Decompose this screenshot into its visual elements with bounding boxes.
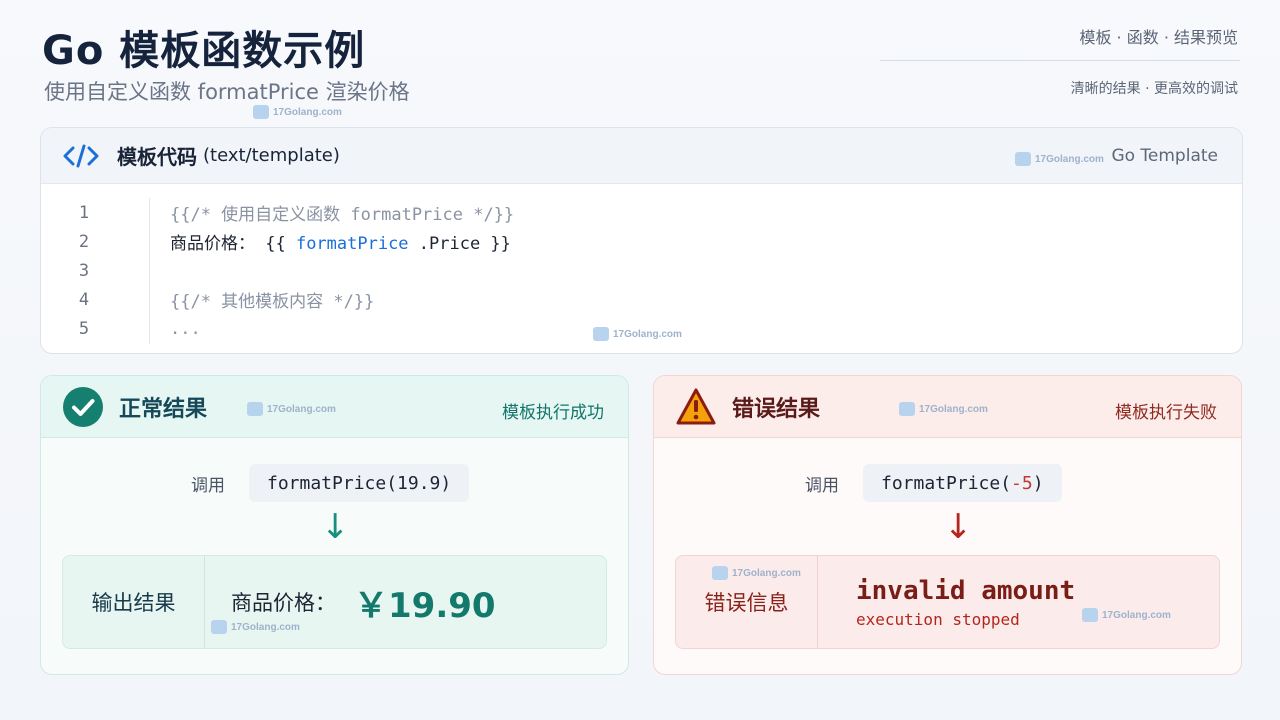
code-line: 3 <box>41 256 1242 285</box>
success-result-card: 正常结果 17Golang.com 模板执行成功 调用 formatPrice(… <box>40 375 629 675</box>
down-arrow-icon: ↓ <box>321 507 350 547</box>
header-divider <box>880 60 1240 61</box>
success-status-text: 模板执行成功 <box>502 403 604 423</box>
watermark: 17Golang.com <box>1082 608 1171 622</box>
code-card-title-sub: (text/template) <box>203 145 340 166</box>
watermark: 17Golang.com <box>899 402 988 416</box>
code-text: 商品价格： {{ formatPrice .Price }} <box>170 229 511 254</box>
line-number: 5 <box>78 318 90 339</box>
watermark-logo-icon <box>211 620 227 634</box>
success-card-title: 正常结果 <box>119 396 208 422</box>
line-number-gutter <box>149 198 150 344</box>
watermark: 17Golang.com <box>253 105 342 119</box>
code-card-header: 模板代码 (text/template) 17Golang.com Go Tem… <box>41 128 1242 184</box>
success-card-header: 正常结果 17Golang.com 模板执行成功 <box>41 376 628 438</box>
code-comment-token: ... <box>170 318 201 339</box>
error-card-header: 错误结果 17Golang.com 模板执行失败 <box>654 376 1241 438</box>
warning-triangle-icon <box>676 388 716 424</box>
code-line: 4 {{/* 其他模板内容 */}} <box>41 285 1242 314</box>
error-content: invalid amount execution stopped <box>818 576 1075 629</box>
watermark: 17Golang.com <box>211 620 300 634</box>
negative-argument: -5 <box>1011 472 1033 494</box>
watermark: 17Golang.com <box>247 402 336 416</box>
line-number: 4 <box>78 289 90 310</box>
code-function-token: formatPrice <box>295 234 409 254</box>
output-prefix: 商品价格： <box>231 591 336 615</box>
error-card-title: 错误结果 <box>732 396 821 422</box>
code-token: 商品价格： {{ <box>170 234 296 254</box>
watermark: 17Golang.com <box>1015 152 1104 166</box>
watermark-logo-icon <box>1082 608 1098 622</box>
watermark-logo-icon <box>1015 152 1031 166</box>
watermark-logo-icon <box>899 402 915 416</box>
watermark: 17Golang.com <box>593 327 682 341</box>
error-call-row: 调用 formatPrice(-5) <box>805 464 1062 502</box>
code-card-title: 模板代码 <box>117 145 197 169</box>
success-call-row: 调用 formatPrice(19.9) <box>191 464 470 502</box>
watermark: 17Golang.com <box>712 566 801 580</box>
code-line: 1 {{/* 使用自定义函数 formatPrice */}} <box>41 198 1242 227</box>
line-number: 2 <box>78 231 90 252</box>
code-editor: 1 {{/* 使用自定义函数 formatPrice */}} 2 商品价格： {{ … <box>41 184 1242 344</box>
top-right-slogan: 清晰的结果 · 更高效的调试 <box>1070 81 1238 97</box>
output-label: 输出结果 <box>63 556 205 648</box>
watermark-logo-icon <box>247 402 263 416</box>
call-label: 调用 <box>805 475 839 496</box>
line-number: 3 <box>78 260 90 281</box>
code-brackets-icon <box>63 144 99 167</box>
page-title: Go 模板函数示例 <box>42 28 366 74</box>
code-comment-token: {{/* 其他模板内容 */}} <box>170 292 375 312</box>
error-message: invalid amount <box>856 575 1076 606</box>
top-right-tags: 模板 · 函数 · 结果预览 <box>1079 28 1238 47</box>
error-status-text: 模板执行失败 <box>1115 403 1217 423</box>
code-text: ... <box>170 319 201 339</box>
line-number: 1 <box>78 202 90 223</box>
check-circle-icon <box>63 386 103 427</box>
success-output-box: 输出结果 商品价格： ￥19.90 17Golang.com <box>62 555 607 649</box>
code-text: {{/* 使用自定义函数 formatPrice */}} <box>170 200 514 225</box>
call-code: formatPrice(-5) <box>863 464 1062 502</box>
call-code: formatPrice(19.9) <box>249 464 470 502</box>
output-value: ￥19.90 <box>354 585 496 626</box>
watermark-logo-icon <box>593 327 609 341</box>
code-card: 模板代码 (text/template) 17Golang.com Go Tem… <box>40 127 1243 354</box>
down-arrow-icon: ↓ <box>944 507 973 547</box>
code-comment-token: {{/* 使用自定义函数 formatPrice */}} <box>170 205 515 225</box>
watermark-logo-icon <box>253 105 269 119</box>
code-token: .Price }} <box>408 234 511 254</box>
call-label: 调用 <box>191 475 225 496</box>
error-output-box: 错误信息 invalid amount execution stopped 17… <box>675 555 1220 649</box>
error-result-card: 错误结果 17Golang.com 模板执行失败 调用 formatPrice(… <box>653 375 1242 675</box>
error-detail: execution stopped <box>856 609 1020 629</box>
page-subtitle: 使用自定义函数 formatPrice 渲染价格 <box>44 80 410 104</box>
code-text: {{/* 其他模板内容 */}} <box>170 287 374 312</box>
code-line: 2 商品价格： {{ formatPrice .Price }} <box>41 227 1242 256</box>
watermark-logo-icon <box>712 566 728 580</box>
code-language-label: Go Template <box>1111 146 1218 166</box>
